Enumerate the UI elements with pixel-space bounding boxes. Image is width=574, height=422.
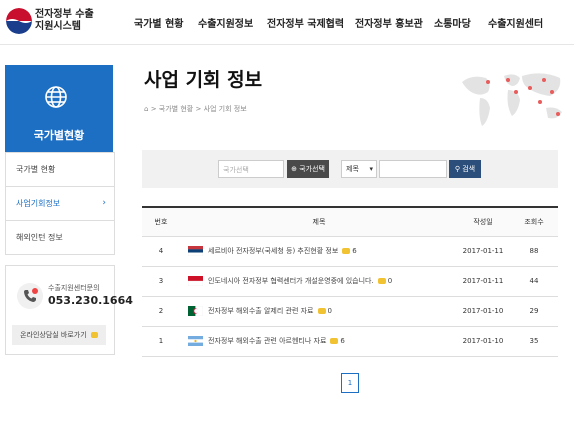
- board-table: 번호 제목 작성일 조회수 4 세르비아 전자정부(국세청 등) 추진현황 정보…: [142, 206, 558, 357]
- argentina-flag-icon: [188, 336, 203, 346]
- sidebar-item-business-opportunity[interactable]: 사업기회정보 ›: [6, 186, 114, 220]
- sidebar-item-overseas-intern[interactable]: 해외인턴 정보: [6, 220, 114, 254]
- col-header-no: 번호: [154, 218, 168, 226]
- comment-count: 6: [340, 337, 345, 345]
- chat-icon: [90, 332, 98, 338]
- search-bar: 국가선택 ⊕ 국가선택 제목 ▾ ⚲ 검색: [142, 150, 558, 188]
- contact-phone-number: 053.230.1664: [48, 294, 133, 307]
- row-date: 2017-01-11: [462, 277, 504, 285]
- country-input[interactable]: 국가선택: [218, 160, 284, 178]
- breadcrumb-separator: >: [150, 105, 157, 113]
- contact-box: 수출지원센터문의 053.230.1664 온라인상담실 바로가기: [5, 265, 133, 355]
- sidebar-item-label: 국가별 현황: [16, 165, 56, 174]
- search-input[interactable]: [379, 160, 447, 178]
- comment-icon: [342, 248, 351, 254]
- table-row[interactable]: 4 세르비아 전자정부(국세청 등) 추진현황 정보 6 2017-01-11 8…: [142, 237, 558, 267]
- row-title-text: 인도네시아 전자정부 협력센터가 개설운영중에 있습니다.: [208, 277, 374, 285]
- row-views: 44: [529, 277, 539, 285]
- breadcrumb: ⌂ > 국가별 현황 > 사업 기회 정보: [144, 104, 247, 114]
- indonesia-flag-icon: [188, 276, 203, 286]
- col-header-views: 조회수: [524, 218, 544, 226]
- row-date: 2017-01-10: [462, 337, 504, 345]
- serbia-flag-icon: [188, 246, 203, 256]
- sidebar-menu: 국가별 현황 사업기회정보 › 해외인턴 정보: [5, 152, 115, 255]
- sidebar-header: 국가별현황: [5, 65, 113, 152]
- table-row[interactable]: 3 인도네시아 전자정부 협력센터가 개설운영중에 있습니다. 0 2017-01…: [142, 267, 558, 297]
- row-title-link[interactable]: 세르비아 전자정부(국세청 등) 추진현황 정보 6: [208, 237, 357, 266]
- phone-icon: [17, 283, 43, 309]
- online-consult-label: 온라인상담실 바로가기: [20, 331, 87, 339]
- nav-export-center[interactable]: 수출지원센터: [488, 15, 543, 30]
- breadcrumb-item-current: 사업 기회 정보: [203, 105, 247, 113]
- chevron-down-icon: ▾: [369, 165, 373, 173]
- breadcrumb-separator: >: [195, 105, 202, 113]
- row-date: 2017-01-11: [462, 247, 504, 255]
- page-title: 사업 기회 정보: [144, 69, 263, 91]
- home-icon[interactable]: ⌂: [144, 105, 148, 113]
- row-views: 35: [529, 337, 539, 345]
- row-title-link[interactable]: 전자정부 해외수출 알제리 관련 자료 0: [208, 297, 332, 326]
- row-title-text: 세르비아 전자정부(국세청 등) 추진현황 정보: [208, 247, 339, 255]
- nav-intl-cooperation[interactable]: 전자정부 국제협력: [267, 15, 344, 30]
- row-number: 2: [158, 307, 164, 315]
- search-field-select[interactable]: 제목 ▾: [341, 160, 377, 178]
- row-date: 2017-01-10: [462, 307, 504, 315]
- row-views: 88: [529, 247, 539, 255]
- comment-count: 0: [327, 307, 332, 315]
- world-map-icon: [458, 68, 568, 130]
- col-header-title: 제목: [312, 218, 326, 226]
- algeria-flag-icon: [188, 306, 203, 316]
- site-logo-text[interactable]: 전자정부 수출 지원시스템: [35, 9, 94, 33]
- logo-line-2: 지원시스템: [35, 21, 81, 32]
- globe-small-icon: ⊕: [291, 165, 297, 173]
- sidebar-item-label: 해외인턴 정보: [16, 233, 63, 242]
- row-number: 1: [158, 337, 164, 345]
- table-row[interactable]: 2 전자정부 해외수출 알제리 관련 자료 0 2017-01-10 29: [142, 297, 558, 327]
- sidebar-item-label: 사업기회정보: [16, 199, 61, 208]
- comment-icon: [377, 278, 386, 284]
- row-title-text: 전자정부 해외수출 알제리 관련 자료: [208, 307, 314, 315]
- row-views: 29: [529, 307, 539, 315]
- chevron-right-icon: ›: [102, 198, 106, 208]
- online-consult-button[interactable]: 온라인상담실 바로가기: [12, 325, 106, 345]
- contact-label: 수출지원센터문의: [48, 284, 100, 292]
- search-button-label: 검색: [462, 165, 476, 173]
- row-number: 4: [158, 247, 164, 255]
- breadcrumb-item-country-status[interactable]: 국가별 현황: [159, 105, 193, 113]
- search-icon: ⚲: [454, 165, 460, 173]
- globe-icon: [44, 85, 68, 109]
- row-title-link[interactable]: 인도네시아 전자정부 협력센터가 개설운영중에 있습니다. 0: [208, 267, 392, 296]
- table-header-row: 번호 제목 작성일 조회수: [142, 208, 558, 237]
- top-header: 전자정부 수출 지원시스템 국가별 현황 수출지원정보 전자정부 국제협력 전자…: [0, 0, 574, 45]
- col-header-date: 작성일: [473, 218, 493, 226]
- row-title-text: 전자정부 해외수출 관련 아르헨티나 자료: [208, 337, 327, 345]
- sidebar-item-country-status[interactable]: 국가별 현황: [6, 152, 114, 186]
- nav-promotion-hall[interactable]: 전자정부 홍보관: [355, 15, 423, 30]
- search-field-value: 제목: [346, 165, 359, 173]
- sidebar-title: 국가별현황: [33, 129, 85, 142]
- nav-communication[interactable]: 소통마당: [434, 15, 471, 30]
- comment-count: 0: [387, 277, 393, 285]
- logo-line-1: 전자정부 수출: [35, 9, 94, 20]
- government-logo-icon[interactable]: [6, 8, 32, 34]
- comment-icon: [317, 308, 326, 314]
- row-number: 3: [158, 277, 164, 285]
- pagination-page-1[interactable]: 1: [341, 373, 359, 393]
- nav-country-status[interactable]: 국가별 현황: [134, 15, 183, 30]
- nav-export-info[interactable]: 수출지원정보: [198, 15, 253, 30]
- comment-icon: [330, 338, 339, 344]
- comment-count: 6: [352, 247, 357, 255]
- country-select-label: 국가선택: [299, 165, 325, 173]
- country-select-button[interactable]: ⊕ 국가선택: [287, 160, 329, 178]
- search-button[interactable]: ⚲ 검색: [449, 160, 481, 178]
- row-title-link[interactable]: 전자정부 해외수출 관련 아르헨티나 자료 6: [208, 327, 345, 356]
- table-row[interactable]: 1 전자정부 해외수출 관련 아르헨티나 자료 6 2017-01-10 35: [142, 327, 558, 357]
